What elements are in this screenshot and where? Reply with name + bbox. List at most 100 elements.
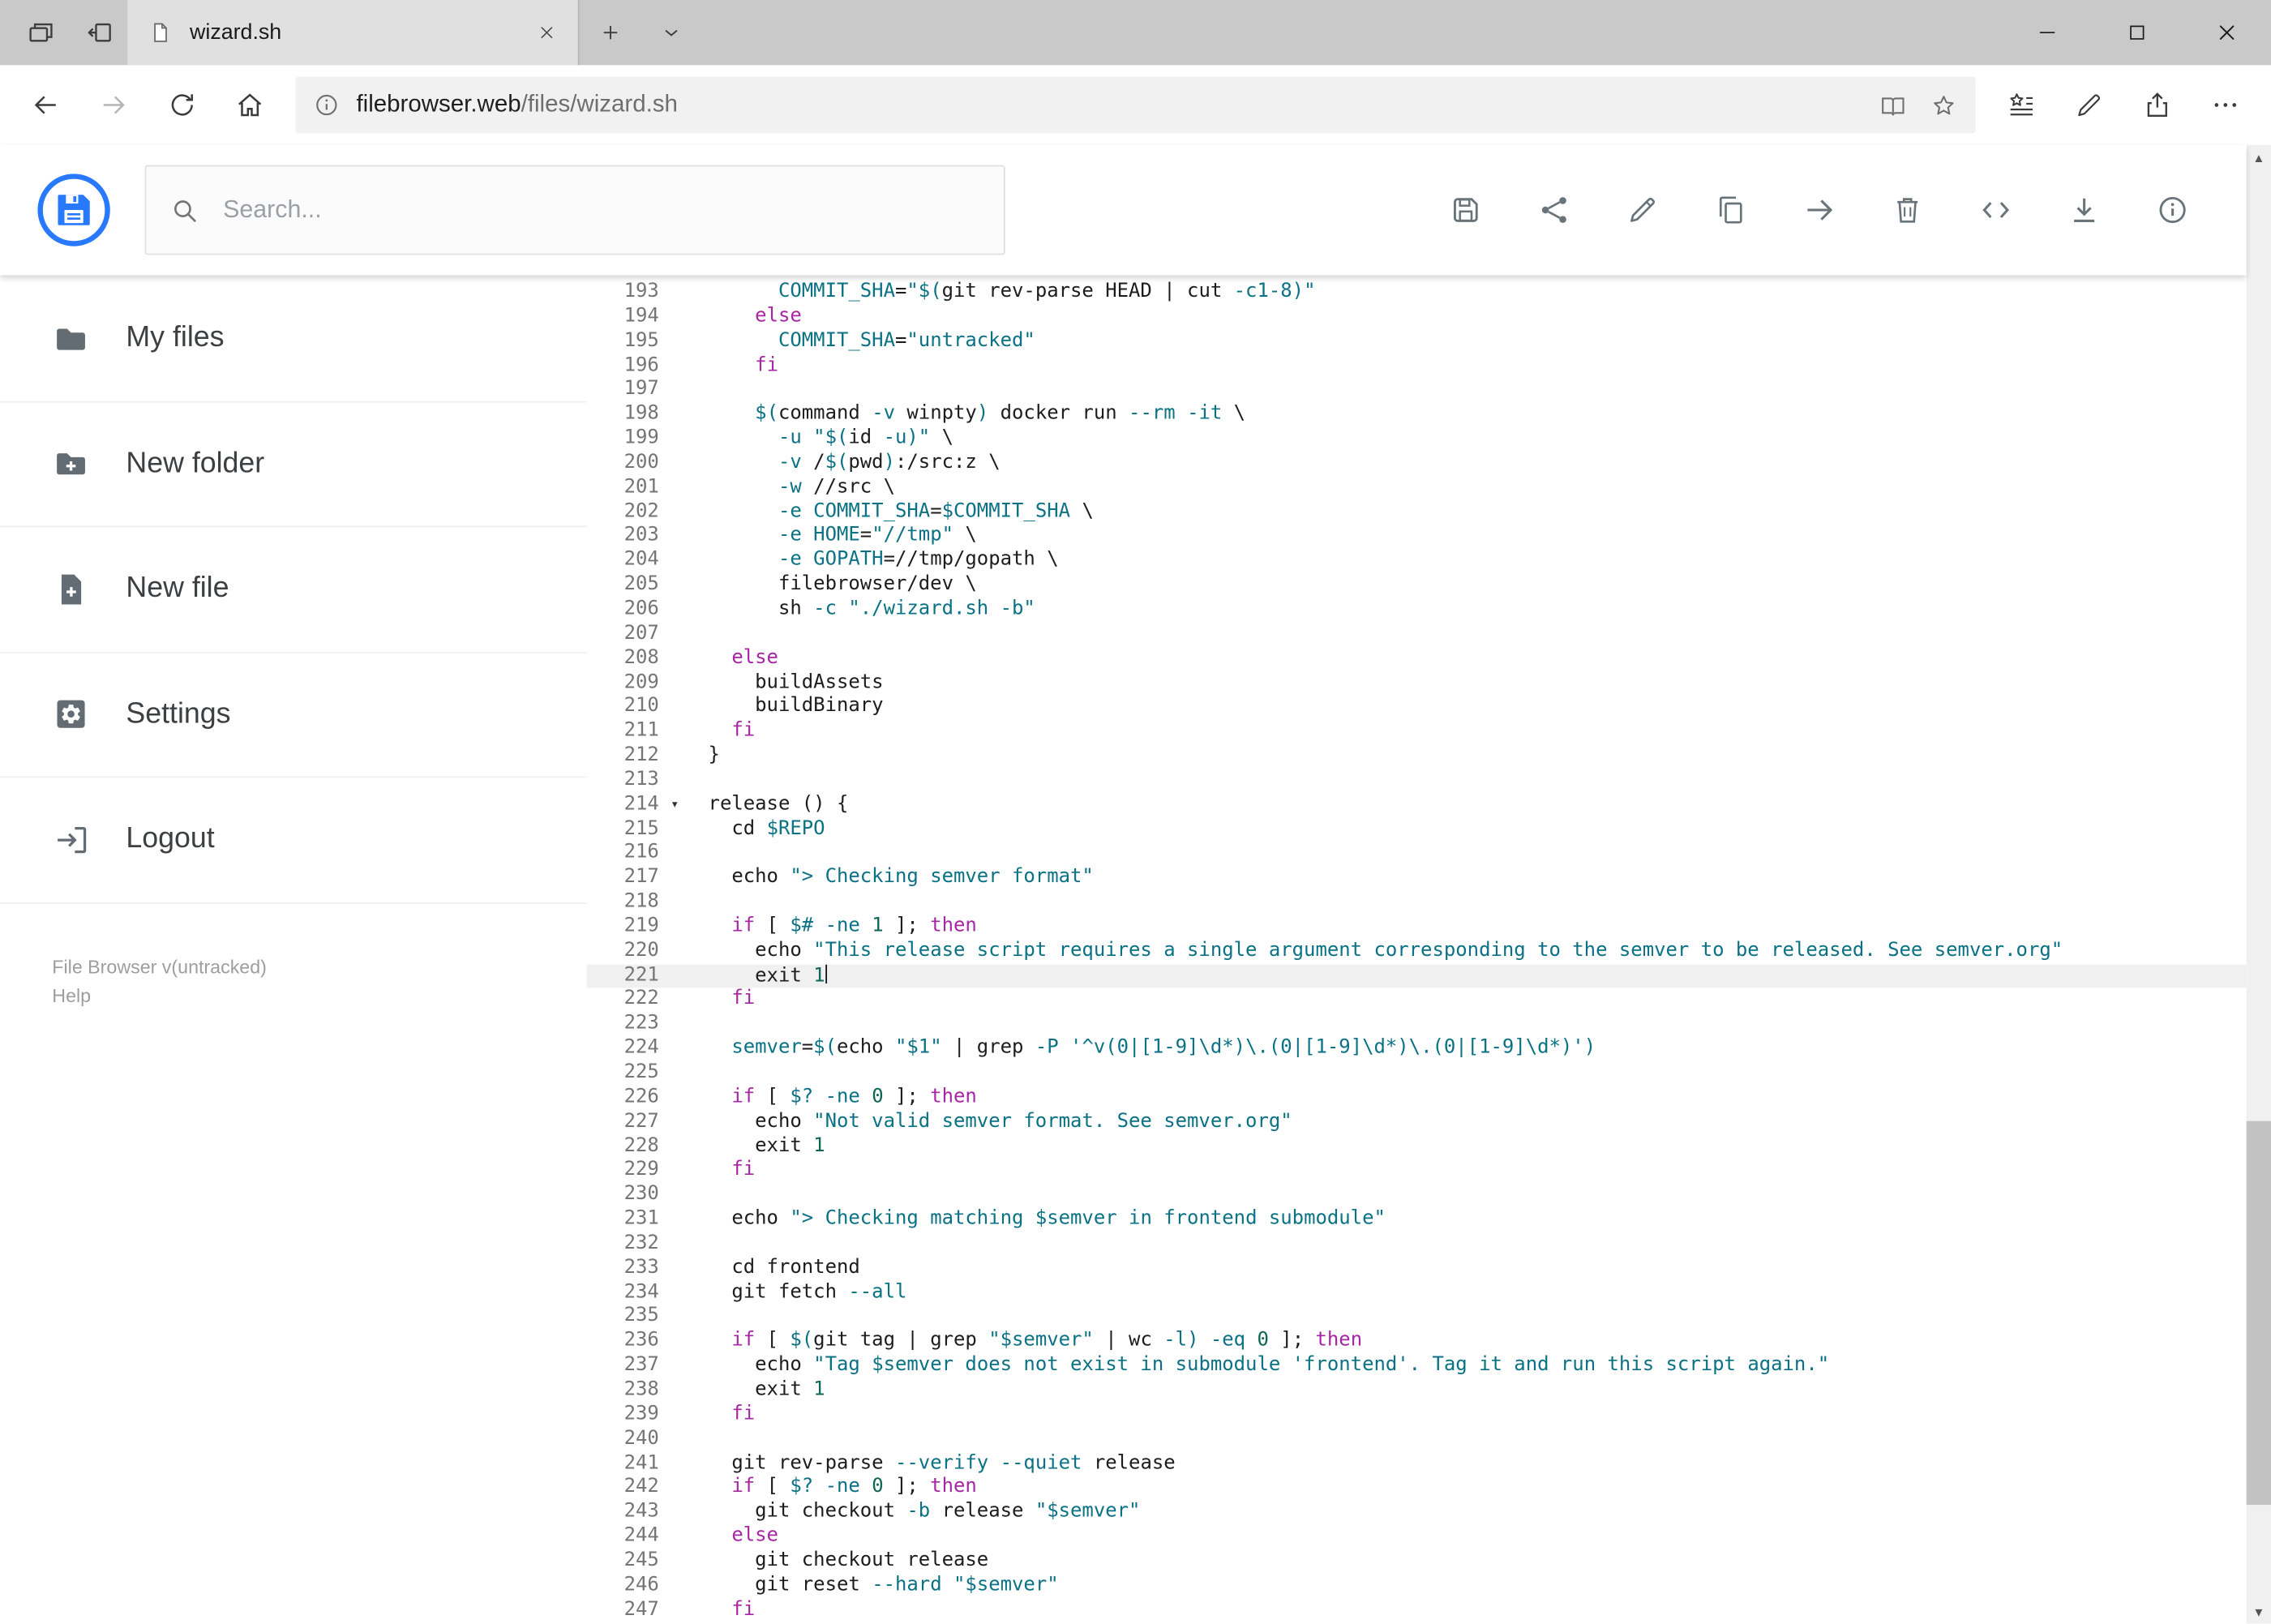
code-line-204[interactable]: 204 -e GOPATH=//tmp/gopath \: [586, 550, 2246, 574]
minimize-button[interactable]: [2002, 0, 2092, 65]
source-button[interactable]: [1978, 193, 2013, 228]
site-info-icon[interactable]: [313, 92, 341, 119]
code-line-202[interactable]: 202 -e COMMIT_SHA=$COMMIT_SHA \: [586, 500, 2246, 525]
code-line-195[interactable]: 195 COMMIT_SHA="untracked": [586, 330, 2246, 354]
code-line-206[interactable]: 206 sh -c "./wizard.sh -b": [586, 598, 2246, 623]
browser-tab[interactable]: wizard.sh: [127, 0, 580, 66]
filebrowser-logo[interactable]: [36, 173, 112, 248]
code-line-198[interactable]: 198 $(command -v winpty) docker run --rm…: [586, 403, 2246, 427]
sidebar-item-my-files[interactable]: My files: [0, 276, 587, 402]
url-text[interactable]: filebrowser.web/files/wizard.sh: [356, 92, 677, 119]
code-line-213[interactable]: 213: [586, 769, 2246, 793]
code-line-229[interactable]: 229 fi: [586, 1159, 2246, 1184]
code-line-235[interactable]: 235: [586, 1305, 2246, 1330]
search-box[interactable]: [144, 165, 1005, 255]
new-tab-button[interactable]: [580, 0, 641, 65]
code-line-234[interactable]: 234 git fetch --all: [586, 1281, 2246, 1305]
web-note-button[interactable]: [2055, 75, 2123, 135]
code-line-196[interactable]: 196 fi: [586, 354, 2246, 379]
code-line-194[interactable]: 194 else: [586, 306, 2246, 330]
set-tabs-aside-button[interactable]: [70, 0, 127, 65]
code-line-223[interactable]: 223: [586, 1013, 2246, 1037]
code-line-247[interactable]: 247 fi: [586, 1598, 2246, 1622]
code-line-243[interactable]: 243 git checkout -b release "$semver": [586, 1501, 2246, 1525]
tab-list-button[interactable]: [641, 0, 701, 65]
sidebar-item-new-file[interactable]: New file: [0, 527, 587, 653]
scrollbar-thumb[interactable]: [2246, 1121, 2271, 1506]
edit-button[interactable]: [1625, 193, 1660, 228]
code-line-236[interactable]: 236 if [ $(git tag | grep "$semver" | wc…: [586, 1330, 2246, 1354]
code-line-227[interactable]: 227 echo "Not valid semver format. See s…: [586, 1111, 2246, 1135]
move-button[interactable]: [1802, 193, 1836, 228]
code-line-244[interactable]: 244 else: [586, 1525, 2246, 1549]
code-line-211[interactable]: 211 fi: [586, 720, 2246, 744]
code-line-199[interactable]: 199 -u "$(id -u)" \: [586, 427, 2246, 452]
save-button[interactable]: [1448, 193, 1483, 228]
code-line-208[interactable]: 208 else: [586, 647, 2246, 671]
code-line-203[interactable]: 203 -e HOME="//tmp" \: [586, 525, 2246, 549]
hub-favorites-button[interactable]: [1987, 75, 2055, 135]
maximize-button[interactable]: [2092, 0, 2182, 65]
scroll-up-button[interactable]: ▲: [2247, 145, 2271, 169]
code-line-193[interactable]: 193 COMMIT_SHA="$(git rev-parse HEAD | c…: [586, 281, 2246, 306]
sidebar-item-settings[interactable]: Settings: [0, 653, 587, 778]
code-line-231[interactable]: 231 echo "> Checking matching $semver in…: [586, 1208, 2246, 1232]
scroll-down-button[interactable]: ▼: [2247, 1599, 2271, 1623]
code-line-219[interactable]: 219 if [ $# -ne 1 ]; then: [586, 915, 2246, 940]
code-line-224[interactable]: 224 semver=$(echo "$1" | grep -P '^v(0|[…: [586, 1037, 2246, 1061]
code-line-241[interactable]: 241 git rev-parse --verify --quiet relea…: [586, 1452, 2246, 1476]
code-line-201[interactable]: 201 -w //src \: [586, 476, 2246, 500]
code-line-245[interactable]: 245 git checkout release: [586, 1549, 2246, 1574]
help-link[interactable]: Help: [52, 981, 586, 1010]
refresh-button[interactable]: [148, 75, 216, 135]
search-input[interactable]: [220, 194, 981, 226]
code-line-240[interactable]: 240: [586, 1428, 2246, 1452]
code-line-225[interactable]: 225: [586, 1061, 2246, 1086]
code-line-228[interactable]: 228 exit 1: [586, 1135, 2246, 1159]
code-line-220[interactable]: 220 echo "This release script requires a…: [586, 940, 2246, 964]
code-line-197[interactable]: 197: [586, 379, 2246, 403]
share-page-button[interactable]: [2123, 75, 2192, 135]
code-line-238[interactable]: 238 exit 1: [586, 1379, 2246, 1403]
code-line-242[interactable]: 242 if [ $? -ne 0 ]; then: [586, 1476, 2246, 1501]
code-line-214[interactable]: 214 ▾ release () {: [586, 793, 2246, 817]
code-line-207[interactable]: 207: [586, 623, 2246, 647]
back-button[interactable]: [11, 75, 79, 135]
tab-preview-button[interactable]: [11, 0, 69, 65]
code-line-239[interactable]: 239 fi: [586, 1403, 2246, 1428]
sidebar-item-new-folder[interactable]: New folder: [0, 402, 587, 528]
code-line-212[interactable]: 212}: [586, 744, 2246, 769]
code-line-215[interactable]: 215 cd $REPO: [586, 818, 2246, 842]
fold-marker-icon[interactable]: ▾: [659, 793, 709, 817]
code-editor[interactable]: 193 COMMIT_SHA="$(git rev-parse HEAD | c…: [586, 275, 2247, 1623]
code-line-237[interactable]: 237 echo "Tag $semver does not exist in …: [586, 1355, 2246, 1379]
code-line-222[interactable]: 222 fi: [586, 988, 2246, 1013]
info-button[interactable]: [2155, 193, 2190, 228]
code-line-246[interactable]: 246 git reset --hard "$semver": [586, 1574, 2246, 1598]
tab-close-icon[interactable]: [536, 22, 558, 44]
reading-view-icon[interactable]: [1879, 91, 1908, 120]
code-line-205[interactable]: 205 filebrowser/dev \: [586, 574, 2246, 598]
share-button[interactable]: [1536, 193, 1571, 228]
close-window-button[interactable]: [2181, 0, 2271, 65]
code-line-233[interactable]: 233 cd frontend: [586, 1257, 2246, 1281]
copy-button[interactable]: [1713, 193, 1748, 228]
code-line-210[interactable]: 210 buildBinary: [586, 696, 2246, 720]
code-line-221[interactable]: 221 exit 1: [586, 964, 2247, 989]
code-line-200[interactable]: 200 -v /$(pwd):/src:z \: [586, 452, 2246, 476]
code-line-209[interactable]: 209 buildAssets: [586, 671, 2246, 696]
code-line-226[interactable]: 226 if [ $? -ne 0 ]; then: [586, 1086, 2246, 1111]
code-line-218[interactable]: 218: [586, 891, 2246, 915]
delete-button[interactable]: [1890, 193, 1925, 228]
code-line-230[interactable]: 230: [586, 1184, 2246, 1208]
favorite-star-icon[interactable]: [1929, 91, 1958, 120]
sidebar-item-logout[interactable]: Logout: [0, 778, 587, 903]
code-line-217[interactable]: 217 echo "> Checking semver format": [586, 867, 2246, 891]
download-button[interactable]: [2067, 193, 2102, 228]
code-line-216[interactable]: 216: [586, 842, 2246, 867]
scrollbar[interactable]: ▲ ▼: [2246, 144, 2271, 1624]
more-button[interactable]: [2192, 75, 2260, 135]
home-button[interactable]: [216, 75, 284, 135]
code-line-232[interactable]: 232: [586, 1232, 2246, 1257]
url-box[interactable]: filebrowser.web/files/wizard.sh: [295, 76, 1976, 134]
